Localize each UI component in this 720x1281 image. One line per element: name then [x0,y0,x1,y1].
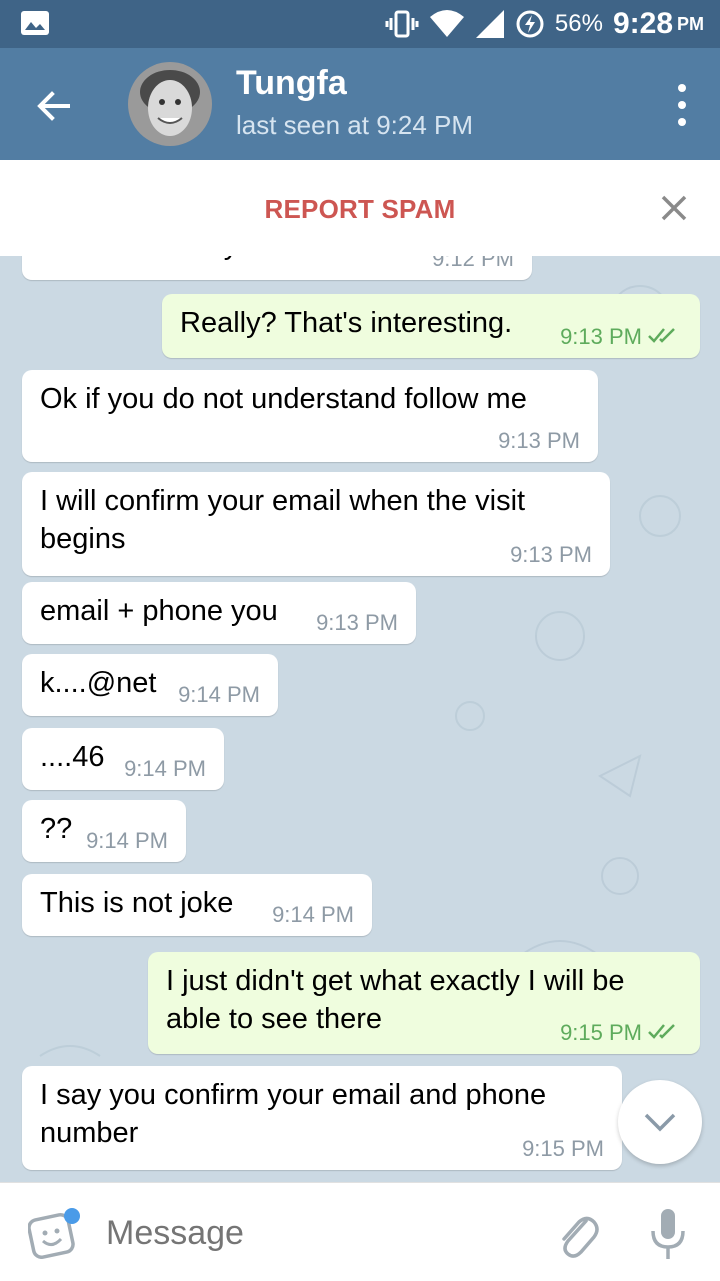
message-bubble-outgoing[interactable]: Really? That's interesting. 9:13 PM [162,294,700,358]
avatar-image [128,62,212,146]
double-check-icon [648,1024,675,1039]
mic-icon[interactable] [650,1207,686,1261]
wifi-icon [429,10,464,37]
image-icon [21,11,49,35]
close-icon[interactable] [660,194,688,222]
message-bubble-incoming[interactable]: k....@net 9:14 PM [22,654,278,716]
attach-icon[interactable] [554,1207,600,1261]
message-bubble-incoming[interactable]: I will confirm your email when the visit… [22,472,610,576]
clock-time: 9:28 [612,7,673,40]
message-time: 9:13 PM [316,610,398,635]
back-button[interactable] [26,78,82,134]
message-text: ?? [40,813,73,845]
message-bubble-incoming[interactable]: email + phone you 9:13 PM [22,582,416,644]
vibrate-icon [385,10,419,38]
clock-ampm: PM [677,13,704,34]
scroll-down-button[interactable] [618,1080,702,1164]
message-time: 9:14 PM [272,902,354,927]
message-time: 9:14 PM [86,828,168,853]
message-composer [0,1182,720,1281]
avatar[interactable] [128,62,212,146]
message-text: mastermode system [40,256,301,264]
message-input[interactable] [104,1207,528,1259]
message-time: 9:14 PM [178,682,260,707]
signal-icon [475,10,504,38]
message-text: This is not joke [40,887,234,919]
contact-name[interactable]: Tungfa [236,64,347,103]
message-time: 9:14 PM [124,756,206,781]
report-spam-button[interactable]: REPORT SPAM [0,194,720,225]
message-time: 9:15 PM [522,1136,604,1161]
message-time: 9:12 PM [432,256,514,271]
message-text: Really? That's interesting. [180,307,513,339]
status-bar: 56% 9:28 PM [0,0,720,48]
battery-icon [516,10,544,38]
report-spam-bar: REPORT SPAM [0,160,720,257]
last-seen-status: last seen at 9:24 PM [236,110,474,140]
message-text: k....@net [40,667,157,699]
chat-messages[interactable]: mastermode system 9:12 PM Really? That's… [0,256,720,1182]
message-bubble-outgoing[interactable]: I just didn't get what exactly I will be… [148,952,700,1054]
message-time: 9:15 PM [560,1020,642,1045]
message-bubble-incoming[interactable]: Ok if you do not understand follow me 9:… [22,370,598,462]
message-time: 9:13 PM [510,542,592,567]
more-vert-icon[interactable] [666,80,698,130]
message-bubble-incoming[interactable]: ?? 9:14 PM [22,800,186,862]
message-bubble-incoming[interactable]: ....46 9:14 PM [22,728,224,790]
message-text: email + phone you [40,595,278,627]
battery-percent: 56% [554,10,603,37]
message-time: 9:13 PM [498,428,580,453]
message-text: ....46 [40,741,105,773]
chevron-down-icon [644,1113,676,1132]
message-bubble-incoming[interactable]: I say you confirm your email and phone n… [22,1066,622,1170]
emoji-icon[interactable] [28,1207,80,1259]
message-time: 9:13 PM [560,324,642,349]
message-text: Ok if you do not understand follow me [40,383,527,415]
message-bubble-incoming[interactable]: mastermode system 9:12 PM [22,256,532,280]
double-check-icon [648,328,675,343]
message-bubble-incoming[interactable]: This is not joke 9:14 PM [22,874,372,936]
chat-header: Tungfa last seen at 9:24 PM [0,48,720,160]
back-arrow-icon [37,91,70,121]
